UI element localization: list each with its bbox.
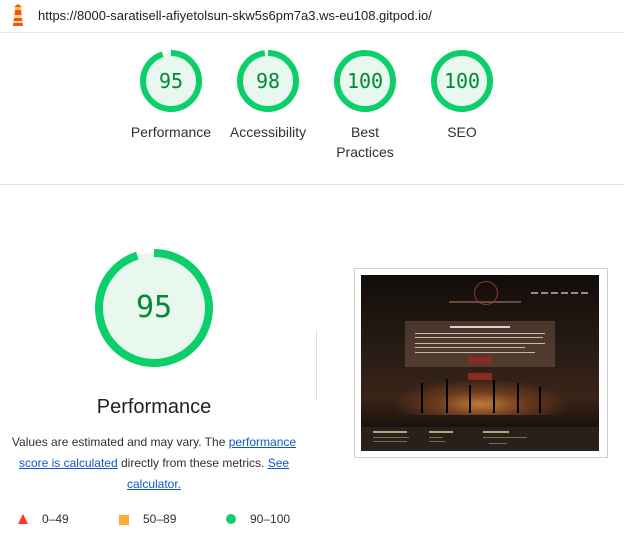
circle-icon bbox=[226, 514, 236, 524]
performance-gauge-large: 95 bbox=[93, 247, 215, 369]
gauge-score: 98 bbox=[255, 69, 281, 93]
triangle-icon bbox=[18, 514, 28, 524]
gauge-label: SEO bbox=[447, 124, 477, 140]
gauge-label: Best Practices bbox=[336, 124, 394, 160]
gauge-seo[interactable]: 100 SEO bbox=[417, 48, 507, 142]
gauge-label: Performance bbox=[130, 124, 212, 140]
performance-score: 95 bbox=[135, 290, 173, 325]
gauge-score: 100 bbox=[346, 69, 384, 93]
vertical-divider bbox=[316, 330, 317, 400]
description-text: directly from these metrics. bbox=[117, 456, 268, 470]
gauge-score: 95 bbox=[158, 69, 184, 93]
gauge-label: Accessibility bbox=[229, 124, 307, 140]
screenshot-image bbox=[361, 275, 599, 451]
lighthouse-icon bbox=[13, 4, 23, 26]
score-description: Values are estimated and may vary. The p… bbox=[8, 432, 300, 495]
performance-title: Performance bbox=[96, 396, 212, 418]
legend-label: 50–89 bbox=[143, 512, 177, 526]
legend-label: 0–49 bbox=[42, 512, 69, 526]
gauge-best-practices[interactable]: 100 Best Practices bbox=[320, 48, 410, 162]
page-url[interactable]: https://8000-saratisell-afiyetolsun-skw5… bbox=[38, 8, 432, 23]
description-text: Values are estimated and may vary. The bbox=[11, 435, 229, 449]
page-screenshot-thumbnail[interactable] bbox=[354, 268, 608, 458]
gauge-score: 100 bbox=[443, 69, 481, 93]
section-divider bbox=[0, 184, 624, 185]
address-bar: https://8000-saratisell-afiyetolsun-skw5… bbox=[0, 0, 624, 33]
square-icon bbox=[119, 515, 129, 525]
gauge-performance[interactable]: 95 Performance bbox=[126, 48, 216, 142]
gauge-accessibility[interactable]: 98 Accessibility bbox=[223, 48, 313, 142]
legend-label: 90–100 bbox=[250, 512, 291, 526]
